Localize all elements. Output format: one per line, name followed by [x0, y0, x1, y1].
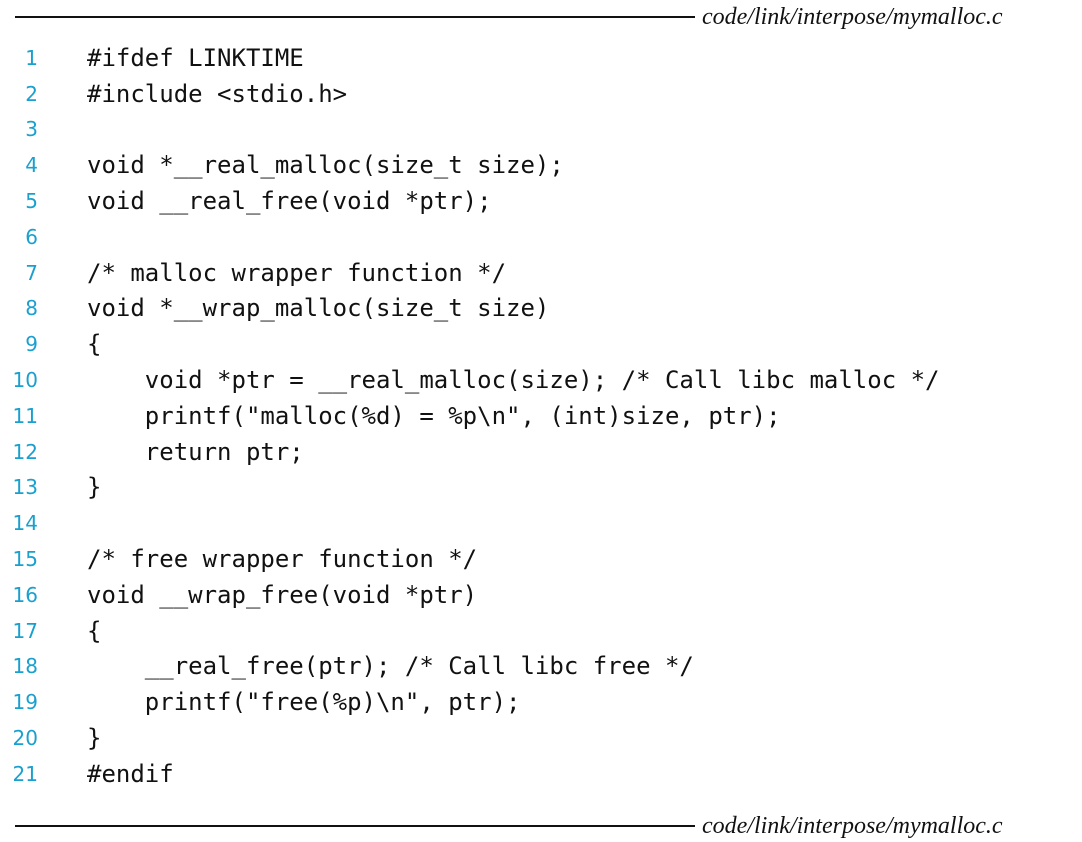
code-line: 2 #include <stdio.h> — [0, 76, 1082, 112]
code-line: 1 #ifdef LINKTIME — [0, 40, 1082, 76]
line-number: 6 — [25, 224, 38, 249]
line-number: 18 — [12, 654, 38, 679]
line-number: 5 — [25, 189, 38, 214]
code-line: 14 — [0, 505, 1082, 541]
code-text: printf("free(%p)\n", ptr); — [87, 688, 521, 717]
code-line: 15 /* free wrapper function */ — [0, 541, 1082, 577]
code-text: void __real_free(void *ptr); — [87, 187, 492, 216]
code-line: 19 printf("free(%p)\n", ptr); — [0, 684, 1082, 720]
line-number: 3 — [25, 117, 38, 142]
code-line: 9{ — [0, 326, 1082, 362]
line-number: 16 — [12, 582, 38, 607]
code-text: void *ptr = __real_malloc(size); /* Call… — [87, 366, 940, 395]
code-text: void *__real_malloc(size_t size); — [87, 151, 564, 180]
line-number: 17 — [12, 618, 38, 643]
code-line: 17 { — [0, 613, 1082, 649]
code-line: 13} — [0, 470, 1082, 506]
code-text: } — [87, 724, 102, 753]
line-number: 11 — [12, 403, 38, 428]
line-number: 12 — [12, 439, 38, 464]
code-line: 21 #endif — [0, 756, 1082, 792]
code-text: void __wrap_free(void *ptr) — [87, 580, 478, 609]
line-number: 4 — [25, 153, 38, 178]
top-rule — [15, 16, 695, 18]
line-number: 2 — [25, 81, 38, 106]
line-number: 20 — [12, 726, 38, 751]
code-text: #endif — [87, 759, 174, 788]
line-number: 19 — [12, 690, 38, 715]
line-number: 1 — [25, 45, 38, 70]
code-line: 4 void *__real_malloc(size_t size); — [0, 147, 1082, 183]
code-line: 10 void *ptr = __real_malloc(size); /* C… — [0, 362, 1082, 398]
line-number: 10 — [12, 368, 38, 393]
code-line: 20} — [0, 720, 1082, 756]
code-text: /* malloc wrapper function */ — [87, 258, 507, 287]
code-text: { — [87, 330, 102, 359]
line-number: 15 — [12, 547, 38, 572]
code-line: 12 return ptr; — [0, 434, 1082, 470]
line-number: 14 — [12, 511, 38, 536]
code-text: __real_free(ptr); /* Call libc free */ — [87, 652, 694, 681]
code-text: /* free wrapper function */ — [87, 545, 478, 574]
bottom-rule — [15, 825, 695, 827]
code-line: 5 void __real_free(void *ptr); — [0, 183, 1082, 219]
code-line: 7 /* malloc wrapper function */ — [0, 255, 1082, 291]
code-line: 11 printf("malloc(%d) = %p\n", (int)size… — [0, 398, 1082, 434]
line-number: 9 — [25, 332, 38, 357]
code-text: void *__wrap_malloc(size_t size) — [87, 294, 550, 323]
line-number: 21 — [12, 761, 38, 786]
footer-filename: code/link/interpose/mymalloc.c — [702, 813, 1003, 839]
code-line: 18 __real_free(ptr); /* Call libc free *… — [0, 649, 1082, 685]
code-listing: 1 #ifdef LINKTIME 2 #include <stdio.h> 3 4 voi… — [0, 40, 1082, 792]
code-text: #include <stdio.h> — [87, 79, 348, 108]
code-text: printf("malloc(%d) = %p\n", (int)size, p… — [87, 401, 781, 430]
code-text: } — [87, 473, 102, 502]
line-number: 7 — [25, 260, 38, 285]
code-line: 16 void __wrap_free(void *ptr) — [0, 577, 1082, 613]
code-line: 6 — [0, 219, 1082, 255]
header-filename: code/link/interpose/mymalloc.c — [702, 4, 1003, 30]
code-text: return ptr; — [87, 437, 304, 466]
line-number: 8 — [25, 296, 38, 321]
code-line: 3 — [0, 112, 1082, 148]
code-line: 8 void *__wrap_malloc(size_t size) — [0, 291, 1082, 327]
line-number: 13 — [12, 475, 38, 500]
code-text: #ifdef LINKTIME — [87, 43, 304, 72]
code-text: { — [87, 616, 102, 645]
